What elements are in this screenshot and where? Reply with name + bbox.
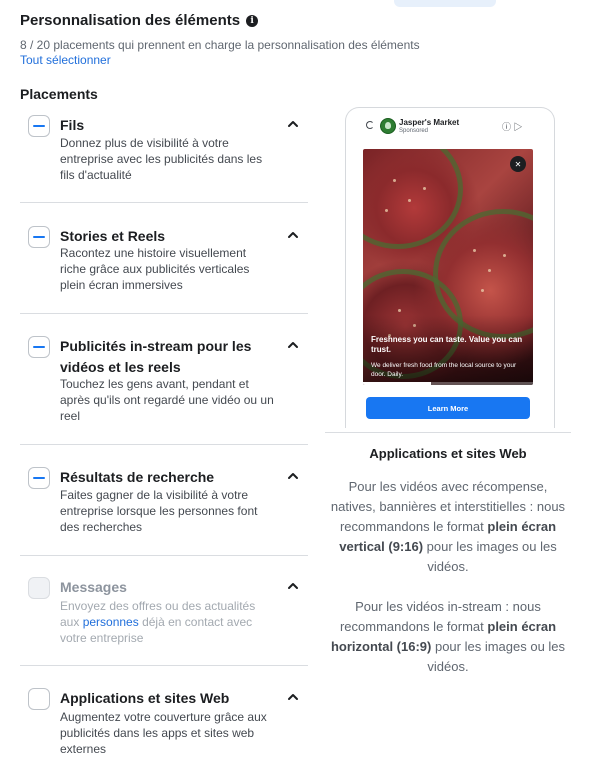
placement-checkbox — [28, 577, 50, 599]
section-title: Personnalisation des éléments — [20, 12, 241, 29]
fig-seed — [488, 269, 491, 272]
indeterminate-mark — [33, 236, 45, 238]
fig-seed — [385, 209, 388, 212]
mute-icon[interactable]: ✕ — [510, 156, 526, 172]
divider — [20, 444, 308, 445]
ad-body-text: We deliver fresh food from the local sou… — [371, 362, 517, 378]
panel-recommendation-1: Pour les vidéos avec récompense, natives… — [325, 477, 571, 577]
placement-description: Augmentez votre couverture grâce aux pub… — [60, 710, 267, 756]
top-tab-edge — [394, 0, 496, 7]
indeterminate-mark — [33, 125, 45, 127]
placement-messages: Messages Envoyez des offres ou des actua… — [20, 577, 308, 657]
indeterminate-mark — [33, 346, 45, 348]
fig-seed — [423, 187, 426, 190]
chevron-up-icon[interactable] — [286, 117, 300, 131]
placement-title: Applications et sites Web — [60, 690, 230, 706]
placement-title: Stories et Reels — [60, 228, 166, 244]
advertiser-avatar — [380, 118, 396, 134]
placement-description: Donnez plus de visibilité à votre entrep… — [60, 136, 263, 182]
panel-title: Applications et sites Web — [369, 446, 527, 461]
placement-title: Fils — [60, 117, 85, 133]
placement-checkbox[interactable] — [28, 467, 50, 489]
fig-seed — [473, 249, 476, 252]
chevron-up-icon[interactable] — [286, 228, 300, 242]
placement-in-stream: Publicités in-stream pour les vidéos et … — [20, 336, 308, 436]
placement-checkbox[interactable] — [28, 336, 50, 358]
select-all-link[interactable]: Tout sélectionner — [20, 53, 111, 67]
placement-search-results: Résultats de recherche Faites gagner de … — [20, 467, 308, 547]
fig-seed — [393, 179, 396, 182]
indeterminate-mark — [33, 477, 45, 479]
divider — [20, 313, 308, 314]
placement-description: Racontez une histoire visuellement riche… — [60, 246, 250, 292]
chevron-up-icon[interactable] — [286, 690, 300, 704]
chevron-up-icon[interactable] — [286, 338, 300, 352]
advertiser-name: Jasper's Market — [399, 118, 460, 127]
spinner-icon — [366, 121, 374, 129]
placement-checkbox[interactable] — [28, 688, 50, 710]
divider — [20, 665, 308, 666]
learn-more-button[interactable]: Learn More — [366, 397, 530, 419]
placement-title: Publicités in-stream pour les vidéos et … — [60, 338, 252, 375]
divider — [20, 555, 308, 556]
sponsored-label: Sponsored — [399, 128, 429, 134]
placement-title: Résultats de recherche — [60, 469, 215, 485]
placement-checkbox[interactable] — [28, 226, 50, 248]
placement-description: Envoyez des offres ou des actualités aux… — [60, 598, 275, 646]
ad-media-image: ✕ Freshness you can taste. Value you can… — [363, 149, 533, 385]
fig-seed — [408, 199, 411, 202]
panel-text: pour les images ou les vidéos. — [427, 639, 566, 674]
fig-seed — [503, 254, 506, 257]
placement-stories-reels: Stories et Reels Racontez une histoire v… — [20, 226, 308, 306]
placements-count: 8 / 20 placements qui prennent en charge… — [20, 38, 420, 52]
people-link[interactable]: personnes — [83, 615, 139, 629]
ad-preview-phone: Jasper's Market Sponsored ⓘ ▷ ✕ Freshnes… — [345, 107, 555, 428]
placement-description: Touchez les gens avant, pendant et après… — [60, 377, 274, 423]
chevron-up-icon[interactable] — [286, 579, 300, 593]
ad-headline: Freshness you can taste. Value you can t… — [371, 335, 523, 354]
placement-checkbox[interactable] — [28, 115, 50, 137]
placements-heading: Placements — [20, 86, 98, 102]
info-icon[interactable]: i — [246, 14, 259, 27]
placement-apps-websites: Applications et sites Web Augmentez votr… — [20, 688, 308, 768]
ad-info-icon[interactable]: ⓘ ▷ — [502, 120, 523, 133]
panel-text: pour les images ou les vidéos. — [423, 539, 557, 574]
placement-title: Messages — [60, 579, 127, 595]
placement-feeds: Fils Donnez plus de visibilité à votre e… — [20, 115, 308, 195]
divider — [20, 202, 308, 203]
section-header: Personnalisation des éléments i — [20, 12, 259, 29]
panel-recommendation-2: Pour les vidéos in-stream : nous recomma… — [325, 597, 571, 677]
placements-page: Personnalisation des éléments i 8 / 20 p… — [0, 0, 597, 777]
video-progress-fill — [363, 382, 431, 385]
preview-divider — [325, 432, 571, 433]
chevron-up-icon[interactable] — [286, 469, 300, 483]
fig-seed — [481, 289, 484, 292]
fig-seed — [398, 309, 401, 312]
placement-description: Faites gagner de la visibilité à votre e… — [60, 488, 258, 534]
